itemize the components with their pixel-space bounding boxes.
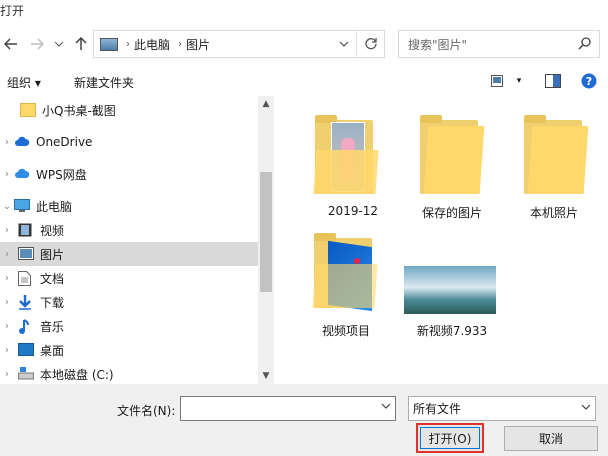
back-arrow-icon[interactable] bbox=[0, 30, 22, 58]
chevron-right-icon[interactable]: › bbox=[0, 321, 14, 332]
desktop-icon bbox=[18, 343, 34, 357]
chevron-right-icon[interactable]: › bbox=[0, 345, 14, 356]
title-bar: 打开 bbox=[0, 0, 608, 22]
file-label: 视频项目 bbox=[321, 324, 370, 338]
scroll-down-icon[interactable]: ▼ bbox=[258, 368, 274, 384]
tree-item-pictures[interactable]: › 图片 bbox=[0, 242, 258, 266]
folder-icon bbox=[313, 115, 379, 194]
file-label: 2019-12 bbox=[327, 204, 379, 218]
tree-item-onedrive[interactable]: › OneDrive bbox=[0, 130, 258, 154]
file-item-new-video[interactable]: 新视频7.933 bbox=[402, 226, 502, 338]
chevron-down-icon[interactable] bbox=[381, 401, 391, 412]
window-title: 打开 bbox=[0, 4, 25, 18]
tree-item-label: 小Q书桌-截图 bbox=[42, 103, 116, 118]
folder-icon bbox=[312, 233, 378, 312]
tree-item-label: 文档 bbox=[40, 271, 65, 286]
view-options-icon[interactable] bbox=[490, 73, 508, 89]
chevron-down-icon[interactable]: ▾ bbox=[510, 73, 528, 89]
chevron-right-icon: › bbox=[126, 38, 130, 50]
folder-icon bbox=[524, 115, 589, 194]
pictures-icon bbox=[18, 247, 34, 261]
image-thumbnail bbox=[404, 266, 496, 314]
open-button-label: 打开(O) bbox=[420, 427, 480, 449]
chevron-right-icon[interactable]: › bbox=[0, 273, 14, 284]
tree-item-label: 图片 bbox=[40, 247, 65, 262]
chevron-right-icon[interactable]: › bbox=[0, 369, 14, 380]
file-label: 新视频7.933 bbox=[416, 324, 488, 338]
drive-icon bbox=[18, 367, 34, 381]
folder-icon bbox=[420, 115, 485, 194]
cloud-icon bbox=[14, 167, 30, 181]
tree-item-label: OneDrive bbox=[36, 135, 93, 149]
command-toolbar: 组织 ▾ 新建文件夹 ▾ ? bbox=[0, 66, 608, 96]
tree-item-quick-screenshot[interactable]: 小Q书桌-截图 bbox=[0, 98, 258, 122]
file-item-saved-pictures[interactable]: 保存的图片 bbox=[402, 110, 502, 220]
file-label: 本机照片 bbox=[529, 206, 578, 220]
chevron-down-icon[interactable]: ⌄ bbox=[0, 201, 14, 212]
search-input[interactable]: 搜索"图片" bbox=[398, 30, 600, 58]
search-icon[interactable] bbox=[578, 37, 591, 54]
tree-item-label: 本地磁盘 (C:) bbox=[40, 367, 114, 382]
chevron-right-icon[interactable]: › bbox=[0, 169, 14, 180]
chevron-right-icon[interactable]: › bbox=[0, 297, 14, 308]
scroll-up-icon[interactable]: ▲ bbox=[258, 96, 274, 112]
tree-scrollbar[interactable]: ▲ ▼ bbox=[258, 96, 274, 384]
address-bar[interactable]: › 此电脑 › 图片 bbox=[93, 30, 385, 58]
chevron-right-icon: › bbox=[178, 38, 183, 50]
chevron-down-icon[interactable] bbox=[48, 30, 70, 58]
tree-item-downloads[interactable]: › 下载 bbox=[0, 290, 258, 314]
chevron-right-icon[interactable]: › bbox=[0, 225, 14, 236]
search-placeholder: 搜索"图片" bbox=[408, 37, 468, 52]
chevron-right-icon[interactable]: › bbox=[0, 137, 14, 148]
tree-item-label: 此电脑 bbox=[36, 199, 73, 214]
document-icon bbox=[18, 271, 34, 286]
computer-icon bbox=[14, 199, 30, 213]
cancel-button[interactable]: 取消 bbox=[504, 426, 598, 451]
breadcrumb-this-pc[interactable]: 此电脑 bbox=[134, 36, 170, 53]
tree-item-documents[interactable]: › 文档 bbox=[0, 266, 258, 290]
organize-button[interactable]: 组织 ▾ bbox=[7, 74, 41, 91]
new-folder-button[interactable]: 新建文件夹 bbox=[74, 74, 134, 91]
file-item-camera-roll[interactable]: 本机照片 bbox=[504, 110, 604, 220]
tree-item-wps-drive[interactable]: › WPS网盘 bbox=[0, 162, 258, 186]
cloud-icon bbox=[14, 135, 30, 149]
chevron-down-icon[interactable] bbox=[334, 31, 354, 57]
tree-item-local-disk-c[interactable]: › 本地磁盘 (C:) bbox=[0, 362, 258, 384]
file-item-video-projects[interactable]: 视频项目 bbox=[296, 226, 396, 338]
tree-item-label: WPS网盘 bbox=[36, 167, 87, 182]
file-type-value: 所有文件 bbox=[413, 402, 462, 416]
tree-item-label: 音乐 bbox=[40, 319, 65, 334]
video-icon bbox=[18, 223, 34, 237]
tree-item-label: 视频 bbox=[40, 223, 65, 238]
svg-text:?: ? bbox=[586, 75, 592, 88]
scrollbar-thumb[interactable] bbox=[260, 172, 272, 292]
refresh-icon[interactable] bbox=[356, 31, 384, 57]
file-type-select[interactable]: 所有文件 bbox=[408, 396, 596, 421]
tree-item-desktop[interactable]: › 桌面 bbox=[0, 338, 258, 362]
download-icon bbox=[18, 295, 34, 310]
chevron-right-icon[interactable]: › bbox=[0, 249, 14, 260]
pictures-icon bbox=[100, 37, 118, 51]
file-label: 保存的图片 bbox=[421, 206, 482, 220]
navigation-tree: 小Q书桌-截图 › OneDrive › WPS网盘 ⌄ 此电脑 › 视频 › … bbox=[0, 96, 274, 384]
file-grid: 2019-12 保存的图片 本机照片 视频项目 新视频7.933 bbox=[274, 96, 608, 384]
forward-arrow-icon[interactable] bbox=[26, 30, 48, 58]
tree-item-this-pc[interactable]: ⌄ 此电脑 bbox=[0, 194, 258, 218]
tree-item-label: 桌面 bbox=[40, 343, 65, 358]
filename-input[interactable] bbox=[180, 396, 396, 421]
navigation-bar: › 此电脑 › 图片 搜索"图片" bbox=[0, 26, 608, 62]
chevron-down-icon[interactable] bbox=[581, 402, 591, 413]
filename-label: 文件名(N): bbox=[117, 404, 176, 418]
tree-item-videos[interactable]: › 视频 bbox=[0, 218, 258, 242]
preview-pane-icon[interactable] bbox=[544, 73, 562, 89]
tree-item-label: 下载 bbox=[40, 295, 65, 310]
file-item-2019-12[interactable]: 2019-12 bbox=[303, 110, 403, 220]
help-icon[interactable]: ? bbox=[580, 73, 598, 89]
music-icon bbox=[18, 319, 34, 334]
open-button[interactable]: 打开(O) bbox=[416, 423, 484, 453]
folder-icon bbox=[20, 103, 36, 117]
tree-item-music[interactable]: › 音乐 bbox=[0, 314, 258, 338]
up-arrow-icon[interactable] bbox=[70, 30, 92, 58]
breadcrumb-pictures[interactable]: 图片 bbox=[186, 36, 210, 53]
